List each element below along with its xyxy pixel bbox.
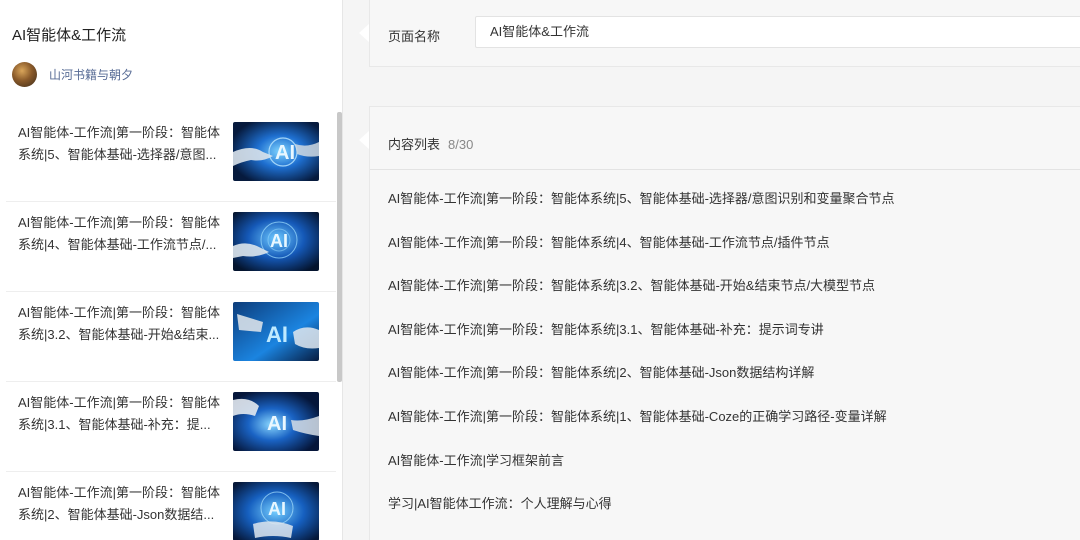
author-name[interactable]: 山河书籍与朝夕 xyxy=(49,66,133,83)
svg-text:AI: AI xyxy=(267,413,287,435)
article-thumbnail: AI xyxy=(233,482,319,540)
content-list-pointer xyxy=(359,131,369,149)
content-list: AI智能体-工作流|第一阶段：智能体系统|5、智能体基础-选择器/意图识别和变量… xyxy=(388,189,895,538)
content-list-title: 内容列表 xyxy=(388,137,441,152)
article-title: AI智能体-工作流|第一阶段：智能体 系统|2、智能体基础-Json数据结... xyxy=(18,485,220,522)
article-thumbnail: AI xyxy=(233,302,319,361)
avatar xyxy=(12,62,37,87)
article-title: AI智能体-工作流|第一阶段：智能体 系统|3.1、智能体基础-补充：提... xyxy=(18,395,220,432)
content-item[interactable]: AI智能体-工作流|第一阶段：智能体系统|5、智能体基础-选择器/意图识别和变量… xyxy=(388,189,895,233)
content-list-panel: 内容列表 8/30 AI智能体-工作流|第一阶段：智能体系统|5、智能体基础-选择… xyxy=(369,106,1080,540)
content-count: 8/30 xyxy=(448,137,474,152)
page-name-pointer xyxy=(359,24,369,42)
content-item[interactable]: AI智能体-工作流|第一阶段：智能体系统|2、智能体基础-Json数据结构详解 xyxy=(388,363,895,407)
content-item[interactable]: AI智能体-工作流|第一阶段：智能体系统|1、智能体基础-Coze的正确学习路径… xyxy=(388,407,895,451)
article-item[interactable]: AI智能体-工作流|第一阶段：智能体 系统|4、智能体基础-工作流节点/... A… xyxy=(6,202,336,292)
article-item[interactable]: AI智能体-工作流|第一阶段：智能体 系统|5、智能体基础-选择器/意图... A… xyxy=(6,112,336,202)
page-name-input[interactable]: AI智能体&工作流 xyxy=(475,16,1080,48)
page-name-label: 页面名称 xyxy=(388,29,441,44)
divider xyxy=(370,169,1080,170)
album-sidebar: AI智能体&工作流 山河书籍与朝夕 AI智能体-工作流|第一阶段：智能体 系统|5… xyxy=(0,0,343,540)
svg-text:AI: AI xyxy=(266,322,288,347)
content-item[interactable]: AI智能体-工作流|第一阶段：智能体系统|3.2、智能体基础-开始&结束节点/大… xyxy=(388,276,895,320)
article-thumbnail: AI xyxy=(233,122,319,181)
svg-text:AI: AI xyxy=(275,142,295,164)
album-title: AI智能体&工作流 xyxy=(12,27,127,44)
article-title: AI智能体-工作流|第一阶段：智能体 系统|4、智能体基础-工作流节点/... xyxy=(18,215,220,252)
content-item[interactable]: 学习|AI智能体工作流：个人理解与心得 xyxy=(388,494,895,538)
svg-text:AI: AI xyxy=(270,231,288,251)
svg-text:AI: AI xyxy=(268,499,286,519)
article-item[interactable]: AI智能体-工作流|第一阶段：智能体 系统|3.1、智能体基础-补充：提... A… xyxy=(6,382,336,472)
content-item[interactable]: AI智能体-工作流|第一阶段：智能体系统|4、智能体基础-工作流节点/插件节点 xyxy=(388,233,895,277)
article-thumbnail: AI xyxy=(233,392,319,451)
content-list-header: 内容列表 8/30 xyxy=(388,134,473,153)
page-name-panel: 页面名称 AI智能体&工作流 xyxy=(369,0,1080,67)
article-thumbnail: AI xyxy=(233,212,319,271)
content-item[interactable]: AI智能体-工作流|第一阶段：智能体系统|3.1、智能体基础-补充：提示词专讲 xyxy=(388,320,895,364)
article-title: AI智能体-工作流|第一阶段：智能体 系统|3.2、智能体基础-开始&结束... xyxy=(18,305,220,342)
author-info[interactable]: 山河书籍与朝夕 xyxy=(12,62,133,87)
article-list: AI智能体-工作流|第一阶段：智能体 系统|5、智能体基础-选择器/意图... A… xyxy=(0,112,336,540)
article-item[interactable]: AI智能体-工作流|第一阶段：智能体 系统|2、智能体基础-Json数据结... … xyxy=(6,472,336,540)
article-item[interactable]: AI智能体-工作流|第一阶段：智能体 系统|3.2、智能体基础-开始&结束... … xyxy=(6,292,336,382)
article-title: AI智能体-工作流|第一阶段：智能体 系统|5、智能体基础-选择器/意图... xyxy=(18,125,220,162)
content-item[interactable]: AI智能体-工作流|学习框架前言 xyxy=(388,451,895,495)
sidebar-scrollbar[interactable] xyxy=(337,112,342,382)
